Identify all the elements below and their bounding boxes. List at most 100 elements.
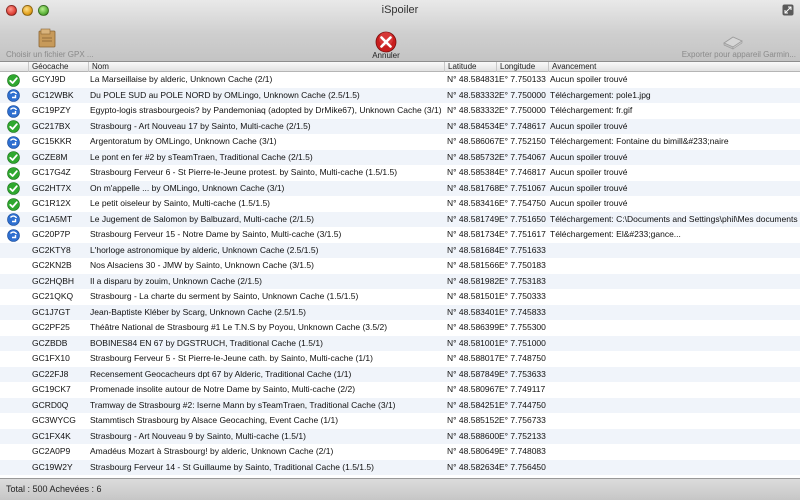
row-latitude: N° 48.581768 [447, 182, 499, 193]
row-status [7, 181, 22, 197]
geocache-table[interactable]: Géocache Nom Latitude Longitude Avanceme… [0, 62, 800, 478]
header-geocache[interactable]: Géocache [28, 62, 88, 72]
row-progress [550, 243, 800, 259]
row-longitude: E° 7.748083 [499, 446, 546, 456]
table-row[interactable]: GC2A0P9 Amadéus Mozart à Strasbourg! by a… [0, 444, 800, 460]
cancel-icon [375, 31, 397, 53]
table-row[interactable]: GC20P7P Strasbourg Ferveur 15 - Notre Dam… [0, 227, 800, 243]
table-row[interactable]: GC217BX Strasbourg - Art Nouveau 17 by Sa… [0, 118, 800, 134]
row-longitude: E° 7.751650 [499, 213, 546, 224]
row-progress [550, 444, 800, 460]
row-geocache-code: GC2HQBH [32, 275, 75, 286]
table-row[interactable]: GC19CK7 Promenade insolite autour de Notr… [0, 382, 800, 398]
row-name: Strasbourg - Art Nouveau 9 by Sainto, Mu… [90, 430, 306, 441]
table-row[interactable]: GCYJ9D La Marseillaise by alderic, Unknow… [0, 72, 800, 88]
row-name: Jean-Baptiste Kléber by Scarg, Unknown C… [90, 306, 306, 317]
export-garmin-label: Exporter pour appareil Garmin... [681, 50, 796, 59]
row-name: Nos Alsaciens 30 - JMW by Sainto, Unknow… [90, 260, 314, 270]
table-row[interactable]: GC19W2Y Strasbourg Ferveur 14 - St Guilla… [0, 459, 800, 476]
row-longitude: E° 7.753633 [499, 368, 546, 379]
row-geocache-code: GC19CK7 [32, 384, 71, 394]
row-longitude: E° 7.751000 [499, 337, 546, 348]
download-icon [7, 89, 20, 102]
row-geocache-code: GC22FJ8 [32, 368, 69, 379]
row-progress: Aucun spoiler trouvé [550, 74, 628, 84]
table-row[interactable]: GC19PZY Egypto-logis strasbourgeois? by P… [0, 103, 800, 119]
row-geocache-code: GC1FX4K [32, 430, 71, 441]
table-row[interactable]: GC2KTY8 L'horloge astronomique by alderic… [0, 242, 800, 259]
header-name[interactable]: Nom [88, 62, 444, 72]
table-row[interactable]: GC17G4Z Strasbourg Ferveur 6 - St Pierre-… [0, 165, 800, 181]
table-row[interactable]: GC1A5MT Le Jugement de Salomon by Balbuza… [0, 211, 800, 228]
row-geocache-code: GC1FX10 [32, 353, 70, 363]
fullscreen-icon[interactable] [782, 4, 794, 16]
header-progress[interactable]: Avancement [548, 62, 800, 72]
row-name: Strasbourg Ferveur 5 - St Pierre-le-Jeun… [90, 353, 373, 363]
row-latitude: N° 48.582634 [447, 461, 499, 472]
row-name: Théâtre National de Strasbourg #1 Le T.N… [90, 322, 388, 332]
row-longitude: E° 7.751617 [499, 229, 546, 239]
header-latitude[interactable]: Latitude [444, 62, 496, 72]
table-row[interactable]: GC2KN2B Nos Alsaciens 30 - JMW by Sainto,… [0, 258, 800, 274]
row-status [7, 150, 22, 166]
row-name: Le Jugement de Salomon by Balbuzard, Mul… [90, 213, 314, 224]
table-row[interactable]: GCZBDB BOBINES84 EN 67 by DGSTRUCH, Tradi… [0, 335, 800, 351]
row-name: Strasbourg - Art Nouveau 17 by Sainto, M… [90, 120, 311, 131]
table-row[interactable]: GC12WBK Du POLE SUD au POLE NORD by OMLin… [0, 87, 800, 104]
app-window: iSpoiler Choisir un fichier GPX ... Annu… [0, 0, 800, 500]
row-status [7, 88, 22, 104]
row-status [7, 367, 22, 383]
table-row[interactable]: GC1J7GT Jean-Baptiste Kléber by Scarg, Un… [0, 304, 800, 320]
row-name: Strasbourg Ferveur 15 - Notre Dame by Sa… [90, 229, 342, 239]
row-latitude: N° 48.587849 [447, 368, 499, 379]
row-progress [550, 274, 800, 290]
row-status [7, 460, 22, 476]
header-status[interactable] [0, 62, 28, 72]
row-latitude: N° 48.584251 [447, 399, 499, 410]
table-row[interactable]: GC2HQBH Il a disparu by zouim, Unknown Ca… [0, 273, 800, 290]
header-longitude[interactable]: Longitude [496, 62, 548, 72]
check-icon [7, 73, 20, 87]
row-status [7, 212, 22, 228]
row-name: BOBINES84 EN 67 by DGSTRUCH, Traditional… [90, 337, 323, 348]
row-geocache-code: GC1J7GT [32, 306, 71, 317]
row-name: Recensement Geocacheurs dpt 67 by Alderi… [90, 368, 352, 379]
row-status [7, 289, 22, 305]
table-row[interactable]: GC15KKR Argentoratum by OMLingo, Unknown … [0, 134, 800, 150]
row-progress: Téléchargement: El&#233;gance... [550, 229, 681, 239]
table-row[interactable]: GC1FX10 Strasbourg Ferveur 5 - St Pierre-… [0, 351, 800, 367]
table-row[interactable]: GC2HT7X On m'appelle ... by OMLingo, Unkn… [0, 180, 800, 197]
table-row[interactable]: GC3WYCG Stammtisch Strasbourg by Alsace G… [0, 413, 800, 429]
table-row[interactable]: GCRD0Q Tramway de Strasbourg #2: Iserne M… [0, 397, 800, 414]
row-geocache-code: GC12WBK [32, 89, 74, 100]
folder-icon [38, 28, 56, 48]
row-geocache-code: GC217BX [32, 120, 71, 131]
row-status [7, 274, 22, 290]
device-icon [723, 36, 743, 50]
check-icon [7, 166, 20, 180]
row-latitude: N° 48.586399 [447, 322, 499, 332]
row-longitude: E° 7.752133 [499, 430, 546, 441]
row-geocache-code: GC15KKR [32, 136, 72, 146]
table-header: Géocache Nom Latitude Longitude Avanceme… [0, 62, 800, 72]
row-longitude: E° 7.750333 [499, 291, 546, 301]
row-longitude: E° 7.750000 [499, 105, 546, 115]
table-row[interactable]: GC2PF25 Théâtre National de Strasbourg #1… [0, 320, 800, 336]
table-row[interactable]: GC1FX4K Strasbourg - Art Nouveau 9 by Sai… [0, 428, 800, 445]
row-latitude: N° 48.583401 [447, 306, 499, 317]
row-latitude: N° 48.584831 [447, 74, 499, 84]
table-row[interactable]: GC22FJ8 Recensement Geocacheurs dpt 67 by… [0, 366, 800, 383]
table-row[interactable]: GC1R12X Le petit oiseleur by Sainto, Mult… [0, 196, 800, 212]
row-name: On m'appelle ... by OMLingo, Unknown Cac… [90, 182, 285, 193]
download-icon [7, 104, 20, 118]
row-geocache-code: GC2PF25 [32, 322, 70, 332]
row-progress [550, 289, 800, 305]
row-longitude: E° 7.753183 [499, 275, 546, 286]
download-icon [7, 135, 20, 149]
row-status [7, 398, 22, 414]
row-progress [550, 429, 800, 445]
row-geocache-code: GC2KN2B [32, 260, 72, 270]
table-row[interactable]: GC21QKQ Strasbourg - La charte du serment… [0, 289, 800, 305]
table-row[interactable]: GCZE8M Le pont en fer #2 by sTeamTraen, T… [0, 149, 800, 166]
row-status [7, 382, 22, 398]
